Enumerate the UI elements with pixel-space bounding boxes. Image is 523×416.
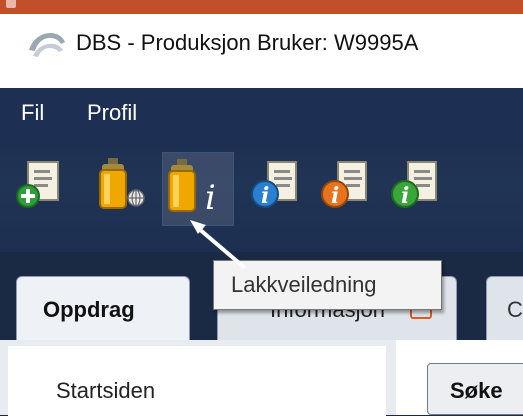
- pointer-arrow-icon: [190, 220, 247, 270]
